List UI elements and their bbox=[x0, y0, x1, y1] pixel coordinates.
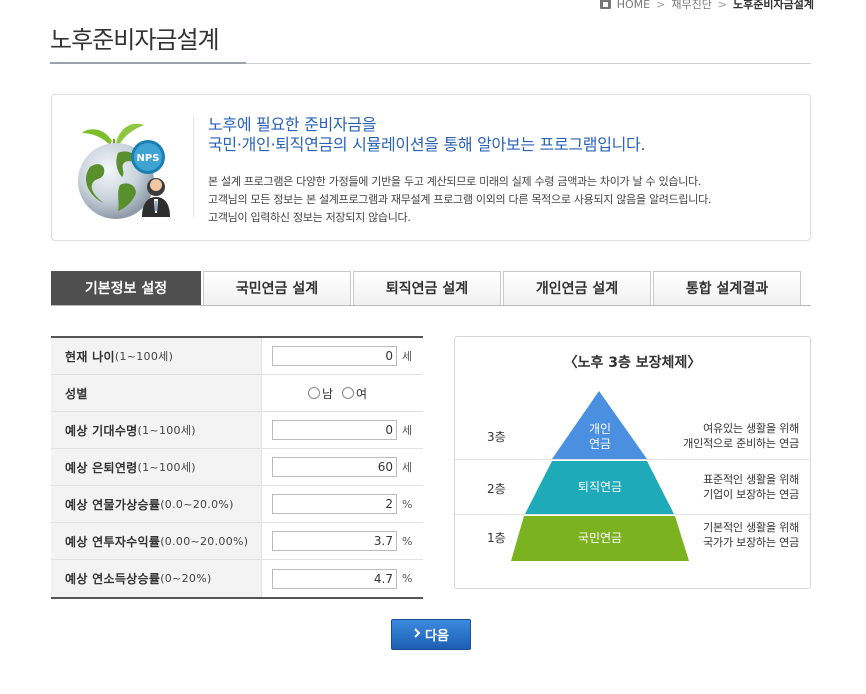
tier-2-name: 퇴직연금 bbox=[578, 480, 622, 494]
tier-1-name: 국민연금 bbox=[578, 531, 622, 545]
tier-2-desc-line2: 기업이 보장하는 연금 bbox=[703, 488, 799, 501]
intro-heading-line1: 노후에 필요한 준비자금을 bbox=[208, 115, 377, 134]
intro-desc-line3: 고객님이 입력하신 정보는 저장되지 않습니다. bbox=[208, 211, 411, 224]
gender-radio-group: 남 여 bbox=[308, 385, 372, 402]
tier-1-desc-line1: 기본적인 생활을 위해 bbox=[703, 521, 799, 534]
inflation-unit: % bbox=[402, 497, 413, 511]
tier-1-desc-line2: 국가가 보장하는 연금 bbox=[703, 536, 799, 549]
retire-age-range: (1~100세) bbox=[137, 461, 196, 474]
intro-divider bbox=[193, 117, 194, 217]
tab-retirement-pension[interactable]: 퇴직연금 설계 bbox=[353, 271, 501, 305]
tab-personal-pension[interactable]: 개인연금 설계 bbox=[503, 271, 651, 305]
title-divider-accent bbox=[50, 62, 246, 64]
tier-2-level: 2층 bbox=[487, 482, 506, 496]
tier-1-level: 1층 bbox=[487, 531, 506, 545]
tier-2-desc-line1: 표준적인 생활을 위해 bbox=[703, 473, 799, 486]
current-age-label: 현재 나이 bbox=[65, 349, 115, 364]
retire-age-input[interactable] bbox=[272, 457, 397, 477]
income-growth-range: (0~20%) bbox=[160, 572, 212, 585]
life-expectancy-label: 예상 기대수명 bbox=[65, 423, 138, 438]
breadcrumb-current: 노후준비자금설계 bbox=[733, 0, 814, 11]
tier-3-desc-line1: 여유있는 생활을 위해 bbox=[703, 422, 799, 435]
retire-age-unit: 세 bbox=[402, 461, 413, 474]
intro-desc-line1: 본 설계 프로그램은 다양한 가정들에 기반을 두고 계산되므로 미래의 실제 … bbox=[208, 175, 702, 188]
tab-national-pension[interactable]: 국민연금 설계 bbox=[203, 271, 351, 305]
tab-integrated-result[interactable]: 통합 설계결과 bbox=[653, 271, 801, 305]
intro-heading-line2: 국민·개인·퇴직연금의 시뮬레이션을 통해 알아보는 프로그램입니다. bbox=[208, 135, 646, 154]
tier-3-name-line1: 개인 bbox=[589, 422, 611, 436]
pension-pyramid-panel: 〈노후 3층 보장체제〉 개인 연금 퇴직연금 국민연금 3층 2층 1층 여유… bbox=[454, 336, 811, 589]
gender-label: 성별 bbox=[65, 386, 88, 401]
gender-female-option[interactable]: 여 bbox=[342, 385, 367, 402]
next-button-label: 다음 bbox=[425, 629, 449, 644]
breadcrumb-middle[interactable]: 재무진단 bbox=[671, 0, 711, 12]
tier-2-description: 표준적인 생활을 위해 기업이 보장하는 연금 bbox=[659, 472, 799, 502]
return-rate-label: 예상 연투자수익률 bbox=[65, 534, 161, 549]
tier-3-level: 3층 bbox=[487, 430, 506, 444]
form-row-retire-age: 예상 은퇴연령(1~100세) 세 bbox=[51, 449, 423, 486]
tier-3-desc-line2: 개인적으로 준비하는 연금 bbox=[683, 437, 799, 450]
breadcrumb: HOME > 재무진단 > 노후준비자금설계 bbox=[599, 0, 814, 12]
gender-male-label[interactable]: 남 bbox=[322, 385, 333, 402]
breadcrumb-separator-icon: > bbox=[717, 0, 728, 11]
nps-globe-icon: NPS bbox=[74, 119, 184, 224]
breadcrumb-separator-icon: > bbox=[656, 0, 666, 11]
life-expectancy-range: (1~100세) bbox=[137, 424, 196, 437]
intro-heading: 노후에 필요한 준비자금을 국민·개인·퇴직연금의 시뮬레이션을 통해 알아보는… bbox=[208, 115, 646, 155]
inflation-range: (0.0~20.0%) bbox=[160, 497, 234, 511]
tier-3-description: 여유있는 생활을 위해 개인적으로 준비하는 연금 bbox=[659, 421, 799, 451]
retire-age-label: 예상 은퇴연령 bbox=[65, 460, 138, 475]
gender-female-radio[interactable] bbox=[342, 387, 355, 399]
home-icon[interactable] bbox=[599, 0, 611, 9]
income-growth-input[interactable] bbox=[272, 568, 397, 589]
form-row-life-expectancy: 예상 기대수명(1~100세) 세 bbox=[51, 412, 423, 449]
gender-male-radio[interactable] bbox=[308, 387, 320, 399]
chevron-right-icon bbox=[413, 627, 421, 642]
form-row-current-age: 현재 나이(1~100세) 세 bbox=[51, 338, 423, 375]
intro-box: NPS 노후에 필요한 준비자금을 국민·개인·퇴직연금의 시뮬레이션을 통해 … bbox=[51, 94, 811, 241]
page-title: 노후준비자금설계 bbox=[50, 26, 220, 54]
current-age-input[interactable] bbox=[272, 346, 397, 366]
form-row-income-growth: 예상 연소득상승률(0~20%) % bbox=[51, 560, 423, 597]
basic-info-form: 현재 나이(1~100세) 세 성별 남 여 예상 기대수명(1~100세) 세… bbox=[51, 336, 423, 599]
current-age-range: (1~100세) bbox=[114, 350, 174, 363]
income-growth-label: 예상 연소득상승률 bbox=[65, 572, 161, 586]
life-expectancy-unit: 세 bbox=[402, 424, 413, 437]
tab-basic-info[interactable]: 기본정보 설정 bbox=[51, 271, 201, 305]
intro-desc-line2: 고객님의 모든 정보는 본 설계프로그램과 재무설계 프로그램 이외의 다른 목… bbox=[208, 193, 712, 206]
tier-3-name-line2: 연금 bbox=[589, 437, 611, 451]
income-growth-unit: % bbox=[402, 572, 413, 585]
form-row-gender: 성별 남 여 bbox=[51, 375, 423, 412]
form-row-inflation: 예상 연물가상승률(0.0~20.0%) % bbox=[51, 486, 423, 523]
gender-female-label[interactable]: 여 bbox=[356, 385, 367, 402]
current-age-unit: 세 bbox=[402, 350, 413, 363]
return-rate-range: (0.00~20.00%) bbox=[160, 534, 249, 548]
tier-1-description: 기본적인 생활을 위해 국가가 보장하는 연금 bbox=[659, 520, 799, 550]
gender-male-option[interactable]: 남 bbox=[308, 385, 333, 402]
next-button[interactable]: 다음 bbox=[391, 619, 471, 650]
return-rate-input[interactable] bbox=[272, 531, 397, 551]
intro-description: 본 설계 프로그램은 다양한 가정들에 기반을 두고 계산되므로 미래의 실제 … bbox=[208, 173, 711, 227]
life-expectancy-input[interactable] bbox=[272, 420, 397, 440]
breadcrumb-home[interactable]: HOME bbox=[617, 0, 650, 11]
inflation-input[interactable] bbox=[272, 494, 397, 514]
return-rate-unit: % bbox=[402, 534, 413, 548]
tab-bar: 기본정보 설정 국민연금 설계 퇴직연금 설계 개인연금 설계 통합 설계결과 bbox=[51, 271, 811, 306]
form-row-return-rate: 예상 연투자수익률(0.00~20.00%) % bbox=[51, 523, 423, 560]
pension-pyramid-graphic: 개인 연금 퇴직연금 국민연금 bbox=[511, 391, 689, 561]
inflation-label: 예상 연물가상승률 bbox=[65, 497, 161, 512]
nps-badge-text: NPS bbox=[137, 153, 160, 164]
